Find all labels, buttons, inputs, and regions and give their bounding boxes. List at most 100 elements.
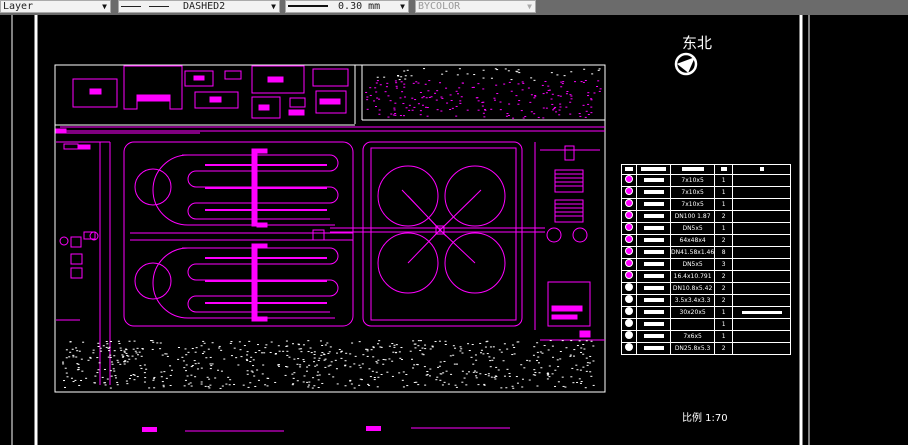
hatch-mark bbox=[475, 371, 478, 373]
hatch-mark bbox=[182, 360, 185, 362]
hatch-mark bbox=[133, 379, 136, 381]
hatch-mark bbox=[561, 340, 564, 342]
table-row: DN41.58x1.46 8 bbox=[621, 246, 792, 260]
hatch-mark bbox=[264, 347, 267, 349]
item-number-icon bbox=[621, 198, 637, 212]
hatch-mark bbox=[165, 377, 168, 379]
hatch-mark bbox=[503, 83, 506, 85]
hatch-mark bbox=[559, 103, 562, 105]
hatch-mark bbox=[518, 72, 521, 74]
hatch-mark bbox=[309, 347, 312, 349]
linetype-dropdown[interactable]: DASHED2 ▼ bbox=[118, 0, 280, 13]
hatch-mark bbox=[561, 83, 564, 85]
table-row: 64x48x4 2 bbox=[621, 234, 792, 248]
hatch-mark bbox=[403, 115, 406, 117]
hatch-mark bbox=[300, 351, 303, 353]
hatch-mark bbox=[405, 374, 408, 376]
item-remark bbox=[732, 270, 792, 284]
hatch-mark bbox=[110, 375, 113, 377]
hatch-mark bbox=[296, 363, 299, 365]
hatch-mark bbox=[196, 368, 199, 370]
hatch-mark bbox=[569, 94, 572, 96]
table-row: DN5x5 3 bbox=[621, 258, 792, 272]
hatch-mark bbox=[246, 351, 249, 353]
hatch-mark bbox=[403, 86, 406, 88]
layer-dropdown[interactable]: Layer ▼ bbox=[0, 0, 111, 13]
hatch-mark bbox=[515, 70, 518, 72]
hatch-mark bbox=[249, 382, 252, 384]
hatch-mark bbox=[291, 384, 294, 386]
hatch-mark bbox=[87, 359, 90, 361]
hatch-mark bbox=[384, 359, 387, 361]
hatch-mark bbox=[587, 113, 590, 115]
hatch-mark bbox=[490, 376, 493, 378]
hatch-mark bbox=[537, 116, 540, 118]
item-spec: 16.4x10.791 bbox=[669, 270, 716, 284]
hatch-mark bbox=[385, 86, 388, 88]
hatch-mark bbox=[482, 77, 485, 79]
hatch-mark bbox=[299, 366, 302, 368]
hatch-mark bbox=[321, 382, 324, 384]
hatch-mark bbox=[490, 77, 493, 79]
hatch-mark bbox=[235, 357, 238, 359]
item-number-icon bbox=[621, 174, 637, 188]
hatch-mark bbox=[559, 95, 562, 97]
hatch-mark bbox=[270, 341, 273, 343]
hatch-mark bbox=[152, 378, 155, 380]
hatch-mark bbox=[156, 342, 159, 344]
hatch-mark bbox=[323, 359, 326, 361]
item-remark bbox=[732, 234, 792, 248]
hatch-mark bbox=[161, 354, 164, 356]
hatch-mark bbox=[307, 386, 310, 388]
hatch-mark bbox=[403, 70, 406, 72]
hatch-mark bbox=[205, 357, 208, 359]
hatch-mark bbox=[153, 376, 156, 378]
hatch-mark bbox=[306, 366, 309, 368]
chevron-down-icon: ▼ bbox=[271, 2, 276, 11]
hatch-mark bbox=[461, 352, 464, 354]
hatch-mark bbox=[134, 350, 137, 352]
plotstyle-dropdown[interactable]: BYCOLOR ▼ bbox=[415, 0, 536, 13]
hatch-mark bbox=[106, 343, 109, 345]
hatch-mark bbox=[366, 96, 369, 98]
hatch-mark bbox=[124, 360, 127, 362]
hatch-mark bbox=[541, 352, 544, 354]
scale-label: 比例 1:70 bbox=[682, 413, 728, 424]
hatch-mark bbox=[116, 381, 119, 383]
hatch-mark bbox=[443, 381, 446, 383]
hatch-mark bbox=[136, 376, 139, 378]
hatch-mark bbox=[414, 99, 417, 101]
hatch-mark bbox=[584, 80, 587, 82]
hatch-mark bbox=[483, 384, 486, 386]
hatch-mark bbox=[436, 109, 439, 111]
hatch-mark bbox=[583, 68, 586, 70]
hatch-mark bbox=[530, 94, 533, 96]
orientation-label: 东北 bbox=[682, 34, 713, 52]
hatch-mark bbox=[308, 364, 311, 366]
hatch-mark bbox=[118, 343, 121, 345]
hatch-mark bbox=[542, 107, 545, 109]
hatch-mark bbox=[298, 348, 301, 350]
hatch-mark bbox=[393, 344, 396, 346]
hatch-mark bbox=[430, 96, 433, 98]
hatch-mark bbox=[412, 82, 415, 84]
hatch-mark bbox=[463, 377, 466, 379]
hatch-mark bbox=[521, 89, 524, 91]
properties-toolbar: Layer ▼ DASHED2 ▼ 0.30 mm ▼ BYCOLOR ▼ bbox=[0, 0, 908, 15]
hatch-mark bbox=[400, 81, 403, 83]
hatch-mark bbox=[475, 375, 478, 377]
hatch-mark bbox=[489, 366, 492, 368]
hatch-mark bbox=[181, 356, 184, 358]
lineweight-dropdown[interactable]: 0.30 mm ▼ bbox=[285, 0, 409, 13]
hatch-mark bbox=[63, 380, 66, 382]
hatch-mark bbox=[583, 348, 586, 350]
item-spec: 7x10x5 bbox=[669, 198, 716, 212]
hatch-mark bbox=[382, 363, 385, 365]
hatch-mark bbox=[401, 91, 404, 93]
hatch-mark bbox=[366, 355, 369, 357]
hatch-mark bbox=[585, 110, 588, 112]
hatch-mark bbox=[378, 340, 381, 342]
hatch-mark bbox=[266, 377, 269, 379]
hatch-mark bbox=[278, 365, 281, 367]
hatch-mark bbox=[324, 344, 327, 346]
